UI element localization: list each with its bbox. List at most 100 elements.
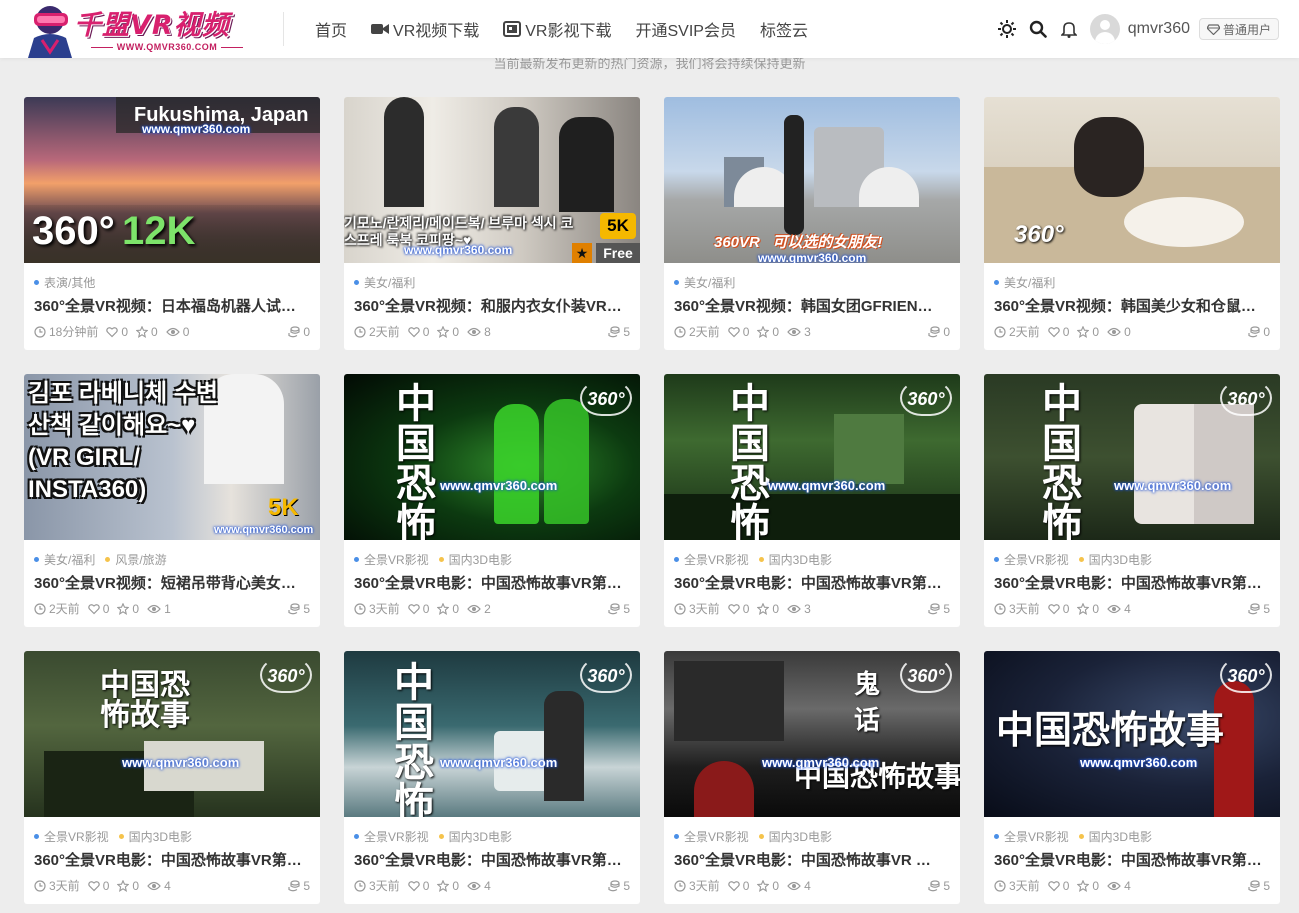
category-tag[interactable]: 风景/旅游 xyxy=(105,551,167,568)
post-card[interactable]: 360VR 可以选的女朋友! www.qmvr360.com 美女/福利 360… xyxy=(664,97,960,350)
post-thumbnail[interactable]: 기모노/란제리/메이드복/ 브루마 섹시 코스프레 룩북 코피팡~♥ 5K ★ … xyxy=(344,97,640,263)
post-title[interactable]: 360°全景VR电影：中国恐怖故事VR第… xyxy=(994,849,1270,870)
category-tag[interactable]: 表演/其他 xyxy=(34,274,95,291)
post-thumbnail[interactable]: 360° xyxy=(984,97,1280,263)
post-title[interactable]: 360°全景VR电影：中国恐怖故事VR第… xyxy=(34,849,310,870)
post-title[interactable]: 360°全景VR电影：中国恐怖故事VR … xyxy=(674,849,950,870)
post-thumbnail[interactable]: 中国恐怖故事 360° www.qmvr360.com xyxy=(664,374,960,540)
post-card[interactable]: Fukushima, Japan www.qmvr360.com 360° 12… xyxy=(24,97,320,350)
post-card[interactable]: 中国恐怖故事 360° www.qmvr360.com 全景VR影视 国内3D电… xyxy=(24,651,320,904)
post-title[interactable]: 360°全景VR视频：韩国美少女和仓鼠… xyxy=(994,295,1270,316)
post-favorites[interactable]: 0 xyxy=(437,879,459,893)
nav-vr-video-download[interactable]: VR视频下载 xyxy=(371,17,479,41)
category-tag[interactable]: 美女/福利 xyxy=(994,274,1055,291)
post-favorites[interactable]: 0 xyxy=(437,325,459,339)
post-favorites[interactable]: 0 xyxy=(757,325,779,339)
category-tag[interactable]: 美女/福利 xyxy=(354,274,415,291)
post-thumbnail[interactable]: Fukushima, Japan www.qmvr360.com 360° 12… xyxy=(24,97,320,263)
post-thumbnail[interactable]: 中国恐怖故事 360° www.qmvr360.com xyxy=(344,651,640,817)
category-tag[interactable]: 国内3D电影 xyxy=(438,828,512,845)
nav-vr-video-download-label: VR视频下载 xyxy=(393,23,480,40)
post-favorites[interactable]: 0 xyxy=(437,602,459,616)
post-time: 3天前 xyxy=(354,600,400,617)
category-tag[interactable]: 国内3D电影 xyxy=(1078,828,1152,845)
post-favorites[interactable]: 0 xyxy=(757,602,779,616)
post-title[interactable]: 360°全景VR电影：中国恐怖故事VR第… xyxy=(354,849,630,870)
category-tag[interactable]: 全景VR影视 xyxy=(994,828,1069,845)
coins-icon xyxy=(288,325,300,337)
post-card[interactable]: 中国恐怖故事 360° www.qmvr360.com 全景VR影视 国内3D电… xyxy=(664,374,960,627)
post-favorites[interactable]: 0 xyxy=(1077,879,1099,893)
category-tag[interactable]: 全景VR影视 xyxy=(354,828,429,845)
category-tag[interactable]: 全景VR影视 xyxy=(994,551,1069,568)
category-tag[interactable]: 国内3D电影 xyxy=(118,828,192,845)
site-logo[interactable]: 千盟VR视频 WWW.QMVR360.COM xyxy=(24,0,256,58)
post-categories: 全景VR影视 国内3D电影 xyxy=(354,828,522,845)
category-tag[interactable]: 国内3D电影 xyxy=(758,551,832,568)
post-likes[interactable]: 0 xyxy=(106,325,128,339)
post-likes[interactable]: 0 xyxy=(727,325,749,339)
post-thumbnail[interactable]: 中国恐怖故事 360° www.qmvr360.com xyxy=(984,374,1280,540)
post-likes[interactable]: 0 xyxy=(87,879,109,893)
post-card[interactable]: 中国恐怖故事 360° www.qmvr360.com 全景VR影视 国内3D电… xyxy=(344,651,640,904)
post-likes[interactable]: 0 xyxy=(87,602,109,616)
nav-home[interactable]: 首页 xyxy=(315,17,347,41)
post-card[interactable]: 鬼 话 中国恐怖故事 360° www.qmvr360.com 全景VR影视 国… xyxy=(664,651,960,904)
post-likes[interactable]: 0 xyxy=(1047,602,1069,616)
category-tag[interactable]: 国内3D电影 xyxy=(758,828,832,845)
post-likes[interactable]: 0 xyxy=(407,602,429,616)
post-card[interactable]: 김포 라베니체 수변 산책 같이해요~♥ (VR GIRL/ INSTA360)… xyxy=(24,374,320,627)
category-tag[interactable]: 美女/福利 xyxy=(674,274,735,291)
post-title[interactable]: 360°全景VR电影：中国恐怖故事VR第… xyxy=(674,572,950,593)
category-tag[interactable]: 全景VR影视 xyxy=(354,551,429,568)
post-likes[interactable]: 0 xyxy=(727,879,749,893)
post-card[interactable]: 中国恐怖故事 360° www.qmvr360.com 全景VR影视 国内3D电… xyxy=(344,374,640,627)
star-icon xyxy=(757,602,770,615)
post-title[interactable]: 360°全景VR视频：韩国女团GFRIEN… xyxy=(674,295,950,316)
nav-tag-cloud[interactable]: 标签云 xyxy=(760,17,808,41)
post-likes[interactable]: 0 xyxy=(407,879,429,893)
eye-icon xyxy=(787,881,801,890)
post-title[interactable]: 360°全景VR视频：日本福岛机器人试飞… xyxy=(34,295,310,316)
category-tag[interactable]: 全景VR影视 xyxy=(674,828,749,845)
category-tag[interactable]: 国内3D电影 xyxy=(438,551,512,568)
post-favorites[interactable]: 0 xyxy=(136,325,158,339)
post-card[interactable]: 中国恐怖故事 360° www.qmvr360.com 全景VR影视 国内3D电… xyxy=(984,651,1280,904)
post-favorites[interactable]: 0 xyxy=(1077,325,1099,339)
user-avatar[interactable] xyxy=(1089,14,1120,44)
post-card[interactable]: 기모노/란제리/메이드복/ 브루마 섹시 코스프레 룩북 코피팡~♥ 5K ★ … xyxy=(344,97,640,350)
category-tag[interactable]: 美女/福利 xyxy=(34,551,95,568)
post-thumbnail[interactable]: 中国恐怖故事 360° www.qmvr360.com xyxy=(24,651,320,817)
thumbnail-watermark: www.qmvr360.com xyxy=(440,755,558,770)
post-favorites[interactable]: 0 xyxy=(117,602,139,616)
category-tag[interactable]: 全景VR影视 xyxy=(34,828,109,845)
post-favorites[interactable]: 0 xyxy=(1077,602,1099,616)
post-likes[interactable]: 0 xyxy=(407,325,429,339)
post-card[interactable]: 中国恐怖故事 360° www.qmvr360.com 全景VR影视 国内3D电… xyxy=(984,374,1280,627)
post-title[interactable]: 360°全景VR视频：和服内衣女仆装VR… xyxy=(354,295,630,316)
post-card[interactable]: 360° 美女/福利 360°全景VR视频：韩国美少女和仓鼠… 2天前 0 0 … xyxy=(984,97,1280,350)
post-thumbnail[interactable]: 鬼 话 中国恐怖故事 360° www.qmvr360.com xyxy=(664,651,960,817)
coins-icon xyxy=(1248,602,1260,614)
post-title[interactable]: 360°全景VR视频：短裙吊带背心美女… xyxy=(34,572,310,593)
post-likes[interactable]: 0 xyxy=(727,602,749,616)
theme-toggle-sun-icon[interactable] xyxy=(997,20,1016,38)
bell-icon[interactable] xyxy=(1060,20,1078,38)
post-thumbnail[interactable]: 中国恐怖故事 360° www.qmvr360.com xyxy=(984,651,1280,817)
coins-icon xyxy=(928,325,940,337)
post-favorites[interactable]: 0 xyxy=(117,879,139,893)
post-thumbnail[interactable]: 中国恐怖故事 360° www.qmvr360.com xyxy=(344,374,640,540)
nav-vr-film-download[interactable]: VR影视下载 xyxy=(503,17,611,41)
post-title[interactable]: 360°全景VR电影：中国恐怖故事VR第… xyxy=(994,572,1270,593)
search-icon[interactable] xyxy=(1029,20,1047,38)
post-title[interactable]: 360°全景VR电影：中国恐怖故事VR第… xyxy=(354,572,630,593)
category-tag[interactable]: 全景VR影视 xyxy=(674,551,749,568)
category-tag[interactable]: 国内3D电影 xyxy=(1078,551,1152,568)
nav-svip[interactable]: 开通SVIP会员 xyxy=(635,17,735,41)
post-likes[interactable]: 0 xyxy=(1047,879,1069,893)
post-favorites[interactable]: 0 xyxy=(757,879,779,893)
username[interactable]: qmvr360 xyxy=(1128,20,1190,38)
post-thumbnail[interactable]: 김포 라베니체 수변 산책 같이해요~♥ (VR GIRL/ INSTA360)… xyxy=(24,374,320,540)
post-thumbnail[interactable]: 360VR 可以选的女朋友! www.qmvr360.com xyxy=(664,97,960,263)
post-likes[interactable]: 0 xyxy=(1047,325,1069,339)
